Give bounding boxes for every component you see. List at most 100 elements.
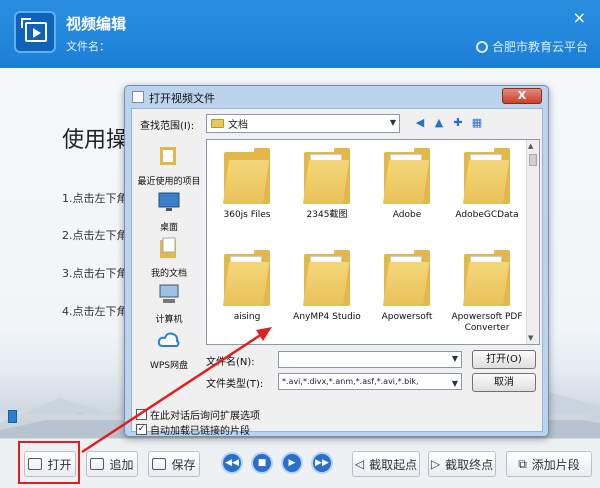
filename-label: 文件名： xyxy=(66,40,110,53)
folder-item[interactable]: 2345截图 xyxy=(287,148,367,248)
dialog-window-icon xyxy=(132,91,144,103)
filetype-select[interactable]: *.avi,*.divx,*.anm,*.asf,*.avi,*.bik, ▼ xyxy=(278,373,462,390)
place-recent[interactable]: 最近使用的项目 xyxy=(136,145,202,187)
folder-item[interactable]: Apowersoft xyxy=(367,250,447,344)
mark-end-icon: ▷ xyxy=(430,457,441,471)
recent-items-icon xyxy=(160,147,176,165)
brand-logo-icon xyxy=(475,41,488,53)
back-icon[interactable]: ◀ xyxy=(412,114,428,130)
play-button[interactable]: ▶ xyxy=(281,452,303,474)
nav-toolbar: ◀ ▲ ✚ ▦ xyxy=(412,114,485,130)
chevron-down-icon: ▼ xyxy=(451,379,458,388)
folder-label: 2345截图 xyxy=(306,210,348,220)
mark-start-button[interactable]: ◁ 截取起点 xyxy=(352,451,420,477)
place-desktop-label: 桌面 xyxy=(159,223,178,233)
dialog-titlebar: 打开视频文件 X xyxy=(125,86,548,108)
dialog-title: 打开视频文件 xyxy=(149,92,215,105)
place-computer[interactable]: 计算机 xyxy=(136,283,202,325)
place-recent-label: 最近使用的项目 xyxy=(137,177,201,187)
folder-item[interactable]: Adobe xyxy=(367,148,447,248)
mark-end-button[interactable]: ▷ 截取终点 xyxy=(428,451,496,477)
window-close-button[interactable]: × xyxy=(573,8,586,27)
new-folder-icon[interactable]: ✚ xyxy=(450,114,466,130)
filetype-value: *.avi,*.divx,*.anm,*.asf,*.avi,*.bik, xyxy=(282,377,419,386)
guide-step-3: 3.点击右下角 xyxy=(62,267,128,280)
open-button-highlight xyxy=(18,441,80,484)
guide-step-2: 2.点击左下角 xyxy=(62,229,128,242)
autoload-label: 自动加载已链接的片段 xyxy=(150,426,250,437)
mark-end-label: 截取终点 xyxy=(445,457,494,472)
dialog-open-button[interactable]: 打开(O) xyxy=(472,350,536,369)
save-button-label: 保存 xyxy=(171,457,196,472)
place-wps-cloud-label: WPS网盘 xyxy=(149,361,189,371)
save-icon xyxy=(152,458,167,470)
folder-icon xyxy=(211,119,224,128)
cloud-icon xyxy=(157,332,180,347)
open-file-dialog: 打开视频文件 X 查找范围(I): 文档 ▼ ◀ ▲ ✚ ▦ 最近使用的项目 桌… xyxy=(124,85,549,437)
filename-field[interactable]: ▼ xyxy=(278,351,462,368)
rewind-icon: ◀◀ xyxy=(225,458,239,468)
folder-label: AnyMP4 Studio xyxy=(293,312,361,322)
lookin-value: 文档 xyxy=(228,120,248,131)
folder-item[interactable]: 360js Files xyxy=(207,148,287,248)
rewind-button[interactable]: ◀◀ xyxy=(221,452,243,474)
brand-text: 合肥市教育云平台 xyxy=(491,40,588,54)
folder-label: Apowersoft PDF Converter xyxy=(451,312,523,333)
place-documents[interactable]: 我的文档 xyxy=(136,237,202,279)
ask-extension-checkbox[interactable] xyxy=(136,409,147,420)
add-clip-button[interactable]: ⧉ 添加片段 xyxy=(506,451,592,477)
file-list[interactable]: 360js Files 2345截图 Adobe AdobeGCData ais… xyxy=(206,139,540,345)
dialog-cancel-button[interactable]: 取消 xyxy=(472,373,536,392)
app-header: 视频编辑 文件名： × 合肥市教育云平台 xyxy=(0,0,600,68)
scroll-thumb[interactable] xyxy=(529,154,537,166)
mark-start-label: 截取起点 xyxy=(369,457,418,472)
autoload-checkbox[interactable]: ✓ xyxy=(136,424,147,435)
stop-button[interactable]: ■ xyxy=(251,452,273,474)
timeline-handle[interactable] xyxy=(8,410,17,423)
ask-extension-label: 在此对话后询问扩展选项 xyxy=(150,411,260,422)
mark-start-icon: ◁ xyxy=(354,457,365,471)
chevron-down-icon[interactable]: ▼ xyxy=(452,354,458,363)
guide-step-4: 4.点击左下角 xyxy=(62,305,128,318)
add-file-icon xyxy=(90,458,105,470)
scroll-down-icon[interactable]: ▼ xyxy=(528,334,533,342)
up-folder-icon[interactable]: ▲ xyxy=(431,114,447,130)
lookin-select[interactable]: 文档 ▼ xyxy=(206,114,400,133)
ask-extension-option[interactable]: 在此对话后询问扩展选项 xyxy=(136,407,260,422)
folder-icon xyxy=(382,250,430,306)
folder-item[interactable]: AdobeGCData xyxy=(447,148,527,248)
fast-forward-icon: ▶▶ xyxy=(315,458,329,468)
folder-item[interactable]: Apowersoft PDF Converter xyxy=(447,250,527,344)
dialog-content: 查找范围(I): 文档 ▼ ◀ ▲ ✚ ▦ 最近使用的项目 桌面 我的文档 计算… xyxy=(131,108,543,437)
places-bar: 最近使用的项目 桌面 我的文档 计算机 WPS网盘 xyxy=(136,139,202,371)
save-button[interactable]: 保存 xyxy=(148,451,200,477)
brand-label: 合肥市教育云平台 xyxy=(475,38,588,55)
app-title: 视频编辑 xyxy=(66,15,127,33)
folder-label: Apowersoft xyxy=(381,312,433,322)
file-list-scrollbar[interactable]: ▲ ▼ xyxy=(526,140,539,344)
fast-forward-button[interactable]: ▶▶ xyxy=(311,452,333,474)
dialog-close-button[interactable]: X xyxy=(502,88,542,104)
guide-step-1: 1.点击左下角 xyxy=(62,192,128,205)
desktop-icon xyxy=(158,192,180,211)
documents-icon xyxy=(160,237,176,258)
folder-label: aising xyxy=(233,312,261,322)
folder-icon xyxy=(222,148,270,204)
place-wps-cloud[interactable]: WPS网盘 xyxy=(136,329,202,371)
stop-icon: ■ xyxy=(257,458,267,468)
folder-icon xyxy=(382,148,430,204)
folder-icon xyxy=(462,250,510,306)
autoload-option[interactable]: ✓ 自动加载已链接的片段 xyxy=(136,422,250,437)
folder-item[interactable]: AnyMP4 Studio xyxy=(287,250,367,344)
place-desktop[interactable]: 桌面 xyxy=(136,191,202,233)
append-button-label: 追加 xyxy=(109,457,134,472)
filename-field-label: 文件名(N): xyxy=(206,357,255,368)
folder-item[interactable]: aising xyxy=(207,250,287,344)
filetype-label: 文件类型(T): xyxy=(206,379,264,390)
view-menu-icon[interactable]: ▦ xyxy=(469,114,485,130)
scroll-up-icon[interactable]: ▲ xyxy=(528,142,533,150)
add-clip-icon: ⧉ xyxy=(518,456,527,471)
folder-icon xyxy=(462,148,510,204)
append-button[interactable]: 追加 xyxy=(86,451,138,477)
folder-icon xyxy=(222,250,270,306)
